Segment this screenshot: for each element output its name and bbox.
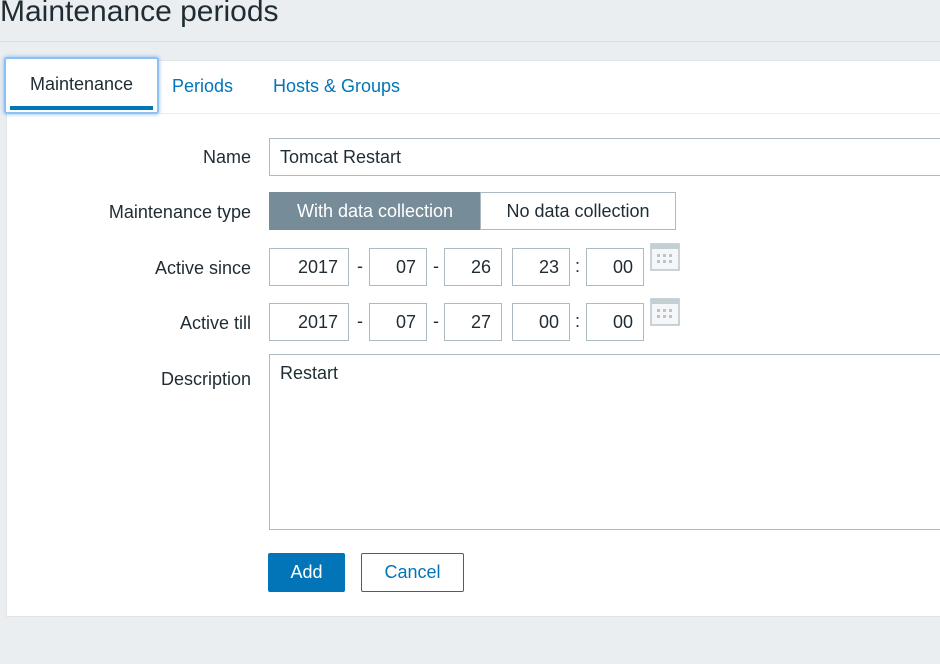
tab-periods[interactable]: Periods — [172, 61, 233, 113]
description-label: Description — [160, 369, 251, 389]
cancel-button[interactable]: Cancel — [361, 553, 464, 592]
time-separator: : — [575, 256, 581, 276]
page-title: Maintenance periods — [0, 0, 279, 28]
active-since-hour-input[interactable]: 23 — [512, 248, 570, 286]
maintenance-periods-page: Maintenance periods Maintenance Periods … — [0, 0, 940, 664]
active-till-year-input[interactable]: 2017 — [269, 303, 349, 341]
no-data-collection-option[interactable]: No data collection — [480, 192, 676, 230]
active-since-minute-input[interactable]: 00 — [586, 248, 644, 286]
date-separator: - — [357, 256, 363, 276]
maintenance-type-label: Maintenance type — [108, 202, 251, 222]
date-separator: - — [357, 311, 363, 331]
tab-hosts-groups[interactable]: Hosts & Groups — [273, 61, 400, 113]
active-till-hour-input[interactable]: 00 — [512, 303, 570, 341]
time-separator: : — [575, 311, 581, 331]
with-data-collection-option[interactable]: With data collection — [269, 192, 481, 230]
tab-maintenance[interactable]: Maintenance — [4, 57, 159, 114]
active-since-year-input[interactable]: 2017 — [269, 248, 349, 286]
date-separator: - — [433, 311, 439, 331]
add-button[interactable]: Add — [268, 553, 345, 592]
active-till-label: Active till — [179, 313, 251, 333]
tab-maintenance-label: Maintenance — [29, 74, 134, 94]
active-till-day-input[interactable]: 27 — [444, 303, 502, 341]
date-separator: - — [433, 256, 439, 276]
name-label: Name — [202, 147, 251, 167]
active-till-minute-input[interactable]: 00 — [586, 303, 644, 341]
title-divider — [0, 41, 940, 42]
calendar-icon[interactable] — [650, 298, 680, 326]
description-textarea[interactable]: Restart — [269, 354, 940, 530]
active-since-month-input[interactable]: 07 — [369, 248, 427, 286]
name-input[interactable]: Tomcat Restart — [269, 138, 940, 176]
active-tab-indicator — [10, 106, 153, 110]
maintenance-form-card: Maintenance Periods Hosts & Groups Name … — [4, 57, 940, 617]
tab-bar: Maintenance Periods Hosts & Groups — [4, 57, 940, 114]
active-since-day-input[interactable]: 26 — [444, 248, 502, 286]
active-till-month-input[interactable]: 07 — [369, 303, 427, 341]
active-since-label: Active since — [154, 258, 251, 278]
calendar-icon[interactable] — [650, 243, 680, 271]
